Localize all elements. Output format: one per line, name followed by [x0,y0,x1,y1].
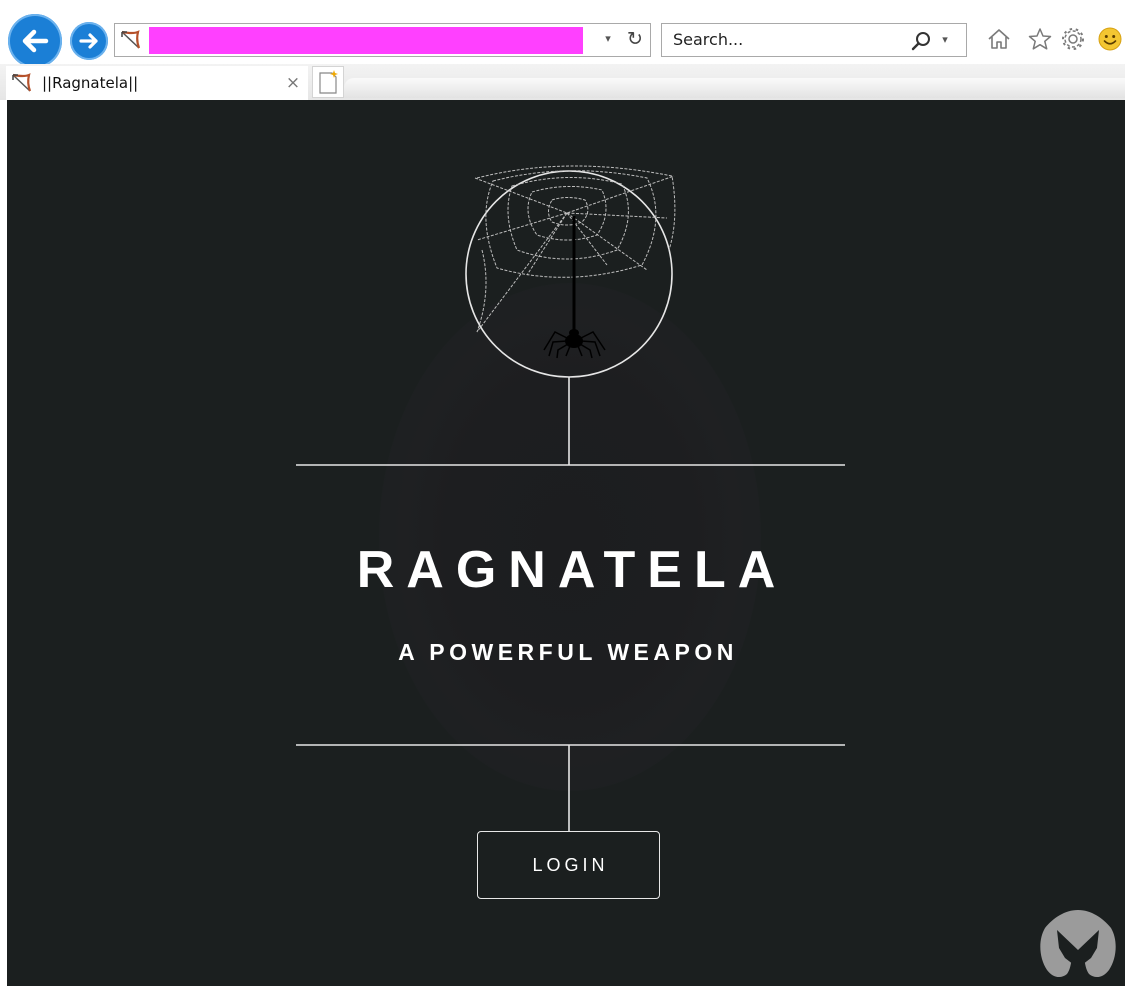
new-tab-button[interactable] [312,66,344,98]
tab-bar: ||Ragnatela|| × [0,64,1125,100]
search-dropdown-icon[interactable]: ▾ [938,32,952,48]
bow-arrow-icon [12,73,32,92]
browser-toolbar: ▾ ↻ Search... ▾ [0,0,1125,68]
refresh-icon[interactable]: ↻ [623,27,647,51]
back-button[interactable] [8,14,62,68]
web-page: RAGNATELA A POWERFUL WEAPON LOGIN [7,100,1125,986]
arrow-right-icon [79,33,98,49]
address-url-redacted[interactable] [149,27,583,54]
login-button[interactable]: LOGIN [477,831,660,899]
tab-title: ||Ragnatela|| [42,74,139,92]
home-icon[interactable] [986,26,1012,52]
tab-strip-background [344,78,1125,98]
forward-button[interactable] [70,22,108,60]
close-tab-icon[interactable]: × [284,72,302,94]
address-bar[interactable]: ▾ ↻ [114,23,651,57]
new-page-icon [319,70,338,94]
address-dropdown-icon[interactable]: ▾ [601,31,615,47]
page-subtitle: A POWERFUL WEAPON [398,639,738,665]
page-title: RAGNATELA [356,541,788,599]
bow-arrow-icon [121,30,141,49]
gear-icon[interactable] [1060,26,1086,52]
arrow-left-icon [22,29,49,53]
spider-web-icon [465,165,676,378]
tab-ragnatela[interactable]: ||Ragnatela|| × [6,66,308,100]
malwarebytes-logo [1040,910,1116,978]
star-icon[interactable] [1027,26,1053,52]
search-placeholder: Search... [673,30,744,49]
magnifier-icon[interactable] [910,30,932,52]
search-box[interactable]: Search... ▾ [661,23,967,57]
smiley-icon[interactable] [1097,26,1123,52]
